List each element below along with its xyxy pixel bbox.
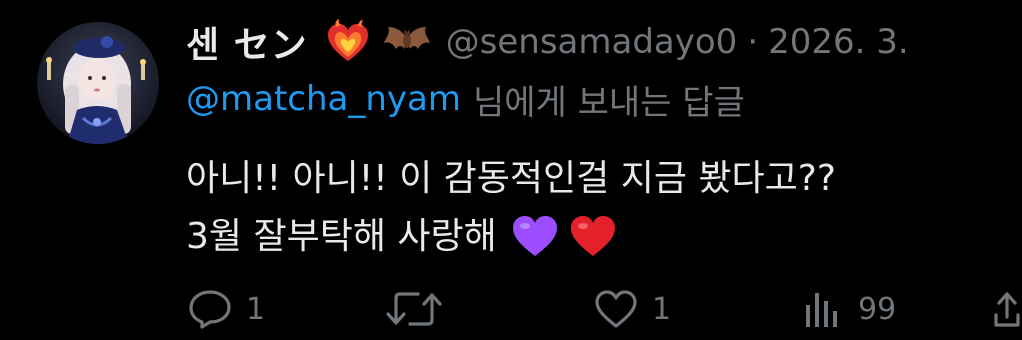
retweet-icon <box>386 292 442 326</box>
display-name[interactable]: 센 セン <box>186 16 308 68</box>
view-count: 99 <box>858 291 897 327</box>
retweet-button[interactable] <box>384 282 458 336</box>
share-icon <box>994 292 1020 327</box>
bat-emoji <box>382 19 434 65</box>
reply-icon <box>189 290 231 329</box>
tweet-text-line-2: 3월 잘부탁해 사랑해 <box>186 208 836 266</box>
tweet-date[interactable]: 2026. 3. <box>768 22 909 62</box>
reply-mention-link[interactable]: @matcha_nyam <box>186 79 461 119</box>
views-button[interactable]: 99 <box>800 282 896 336</box>
red-heart-emoji <box>569 214 619 260</box>
tweet-action-bar: 1 1 99 <box>186 282 1022 336</box>
tweet-text: 아니!! 아니!! 이 감동적인걸 지금 봤다고?? 3월 잘부탁해 사랑해 <box>186 150 836 266</box>
heart-icon <box>595 290 637 328</box>
tweet-header: 센 セン @sensamadayo0 · 2026. 3. <box>186 14 909 70</box>
reply-count: 1 <box>246 291 266 327</box>
purple-heart-emoji <box>511 214 561 260</box>
reply-button[interactable]: 1 <box>188 282 265 336</box>
like-button[interactable]: 1 <box>594 282 671 336</box>
share-button[interactable] <box>992 282 1022 336</box>
avatar-image <box>37 22 159 144</box>
avatar[interactable] <box>37 22 159 144</box>
separator-dot: · <box>747 22 759 62</box>
tweet-text-line-1: 아니!! 아니!! 이 감동적인걸 지금 봤다고?? <box>186 158 836 199</box>
reply-context: @matcha_nyam 님에게 보내는 답글 <box>186 74 745 124</box>
user-handle[interactable]: @sensamadayo0 <box>446 22 738 62</box>
tweet-text-line-2-text: 3월 잘부탁해 사랑해 <box>186 216 497 257</box>
reply-context-label: 님에게 보내는 답글 <box>473 82 745 123</box>
like-count: 1 <box>652 291 672 327</box>
heart-on-fire-emoji <box>324 19 376 65</box>
views-chart-icon <box>806 293 837 327</box>
